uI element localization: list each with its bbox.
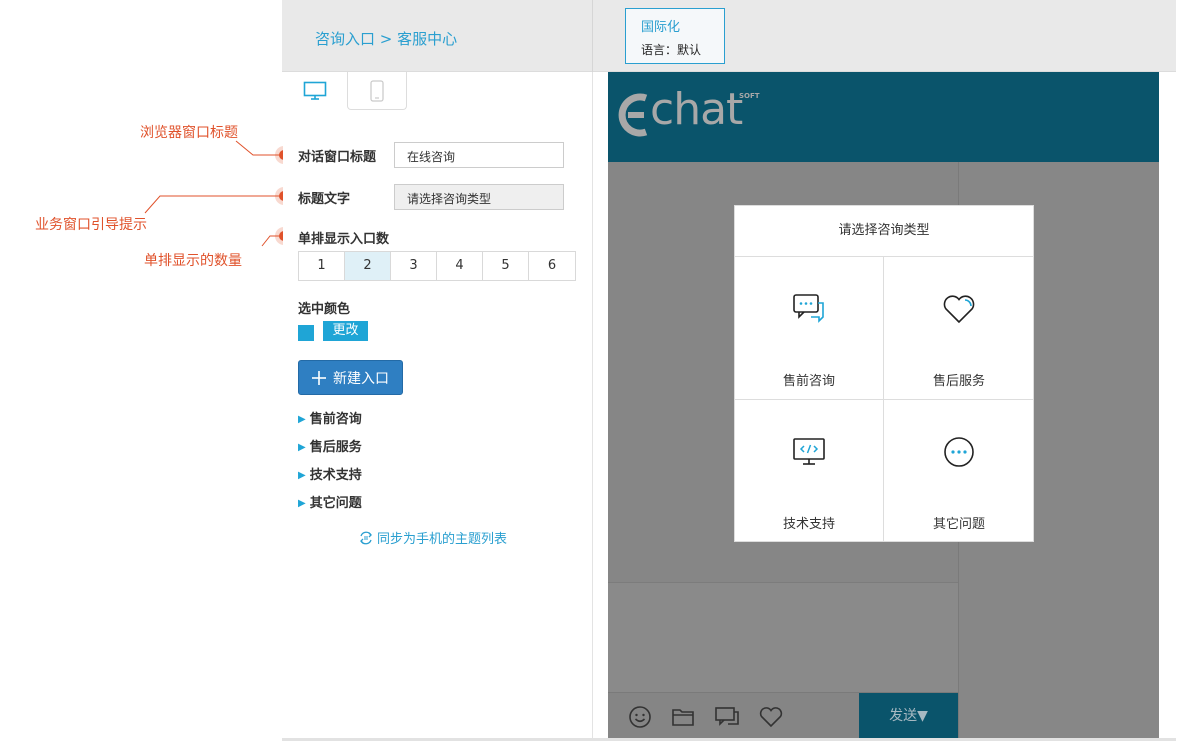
sync-icon bbox=[360, 531, 372, 544]
dialog-title: 请选择咨询类型 bbox=[735, 206, 1033, 257]
logo: chat bbox=[650, 84, 743, 135]
breadcrumb[interactable]: 咨询入口 > 客服中心 bbox=[315, 28, 457, 49]
option-presale[interactable]: 售前咨询 bbox=[735, 257, 884, 400]
annotation-guide-hint: 业务窗口引导提示 bbox=[35, 217, 147, 233]
new-entry-label: 新建入口 bbox=[333, 370, 389, 387]
chat-history-icon[interactable] bbox=[714, 705, 740, 729]
i18n-box[interactable]: 国际化 语言：默认 bbox=[625, 8, 725, 64]
option-tech-support[interactable]: 技术支持 bbox=[735, 400, 884, 542]
more-dots-icon bbox=[944, 437, 974, 467]
preview-toolbar: 发送▼ bbox=[608, 692, 958, 741]
divider bbox=[592, 0, 593, 72]
heart-icon bbox=[943, 295, 975, 324]
consult-option-grid: 售前咨询 售后服务 技术支持 其它问题 bbox=[735, 257, 1034, 542]
sync-to-mobile-link[interactable]: 同步为手机的主题列表 bbox=[358, 528, 507, 547]
per-row-option-6[interactable]: 6 bbox=[529, 252, 575, 280]
entry-list: ▶ 售前咨询 ▶ 售后服务 ▶ 技术支持 ▶ 其它问题 bbox=[298, 406, 362, 518]
per-row-option-4[interactable]: 4 bbox=[437, 252, 483, 280]
list-item[interactable]: ▶ 售前咨询 bbox=[298, 406, 362, 434]
heart-icon[interactable] bbox=[758, 705, 784, 729]
option-other[interactable]: 其它问题 bbox=[884, 400, 1034, 542]
title-text-label: 标题文字 bbox=[298, 192, 351, 207]
preview-header: chat SOFT bbox=[608, 72, 1159, 162]
emoji-icon[interactable] bbox=[628, 705, 652, 729]
selected-color-label: 选中颜色 bbox=[298, 302, 351, 317]
send-button[interactable]: 发送▼ bbox=[859, 693, 958, 741]
annotation-per-row-count: 单排显示的数量 bbox=[144, 253, 242, 269]
per-row-label: 单排显示入口数 bbox=[298, 232, 390, 247]
change-color-button[interactable]: 更改 bbox=[323, 321, 368, 341]
option-aftersale[interactable]: 售后服务 bbox=[884, 257, 1034, 400]
option-label: 技术支持 bbox=[782, 517, 835, 532]
pc-monitor-icon bbox=[303, 81, 327, 100]
i18n-language: 语言：默认 bbox=[641, 43, 702, 57]
triangle-right-icon: ▶ bbox=[298, 442, 306, 453]
logo-mark-icon bbox=[618, 93, 648, 137]
option-label: 售后服务 bbox=[932, 374, 985, 389]
title-text-input[interactable]: 请选择咨询类型 bbox=[394, 184, 564, 210]
logo-soft: SOFT bbox=[739, 92, 760, 100]
option-label: 售前咨询 bbox=[782, 374, 835, 389]
per-row-option-3[interactable]: 3 bbox=[391, 252, 437, 280]
per-row-option-1[interactable]: 1 bbox=[299, 252, 345, 280]
sync-label: 同步为手机的主题列表 bbox=[377, 532, 508, 547]
chat-bubbles-icon bbox=[793, 294, 824, 323]
list-item[interactable]: ▶ 其它问题 bbox=[298, 490, 362, 518]
annotation-browser-title: 浏览器窗口标题 bbox=[140, 125, 238, 141]
triangle-right-icon: ▶ bbox=[298, 414, 306, 425]
new-entry-button[interactable]: 新建入口 bbox=[298, 360, 403, 395]
per-row-option-2[interactable]: 2 bbox=[345, 252, 391, 280]
consult-type-dialog: 请选择咨询类型 售前咨询 售后服务 技术支持 其它问题 bbox=[734, 205, 1034, 542]
per-row-selector: 1 2 3 4 5 6 bbox=[298, 251, 576, 281]
triangle-right-icon: ▶ bbox=[298, 498, 306, 509]
plus-icon bbox=[312, 370, 326, 385]
triangle-right-icon: ▶ bbox=[298, 470, 306, 481]
mobile-phone-icon bbox=[370, 79, 384, 102]
tab-mobile[interactable] bbox=[347, 72, 407, 110]
tab-pc[interactable] bbox=[285, 72, 345, 110]
dialog-title-label: 对话窗口标题 bbox=[298, 150, 377, 165]
list-item[interactable]: ▶ 售后服务 bbox=[298, 434, 362, 462]
list-item[interactable]: ▶ 技术支持 bbox=[298, 462, 362, 490]
message-input-area[interactable] bbox=[608, 582, 958, 692]
code-monitor-icon bbox=[793, 438, 825, 465]
dialog-title-input[interactable]: 在线咨询 bbox=[394, 142, 564, 168]
option-label: 其它问题 bbox=[932, 517, 985, 532]
i18n-title: 国际化 bbox=[641, 20, 681, 35]
folder-icon[interactable] bbox=[671, 705, 695, 729]
color-swatch bbox=[298, 325, 314, 341]
top-bar: 咨询入口 > 客服中心 国际化 语言：默认 bbox=[282, 0, 1176, 72]
settings-panel: 对话窗口标题 在线咨询 标题文字 请选择咨询类型 单排显示入口数 1 2 3 4… bbox=[283, 72, 593, 741]
per-row-option-5[interactable]: 5 bbox=[483, 252, 529, 280]
